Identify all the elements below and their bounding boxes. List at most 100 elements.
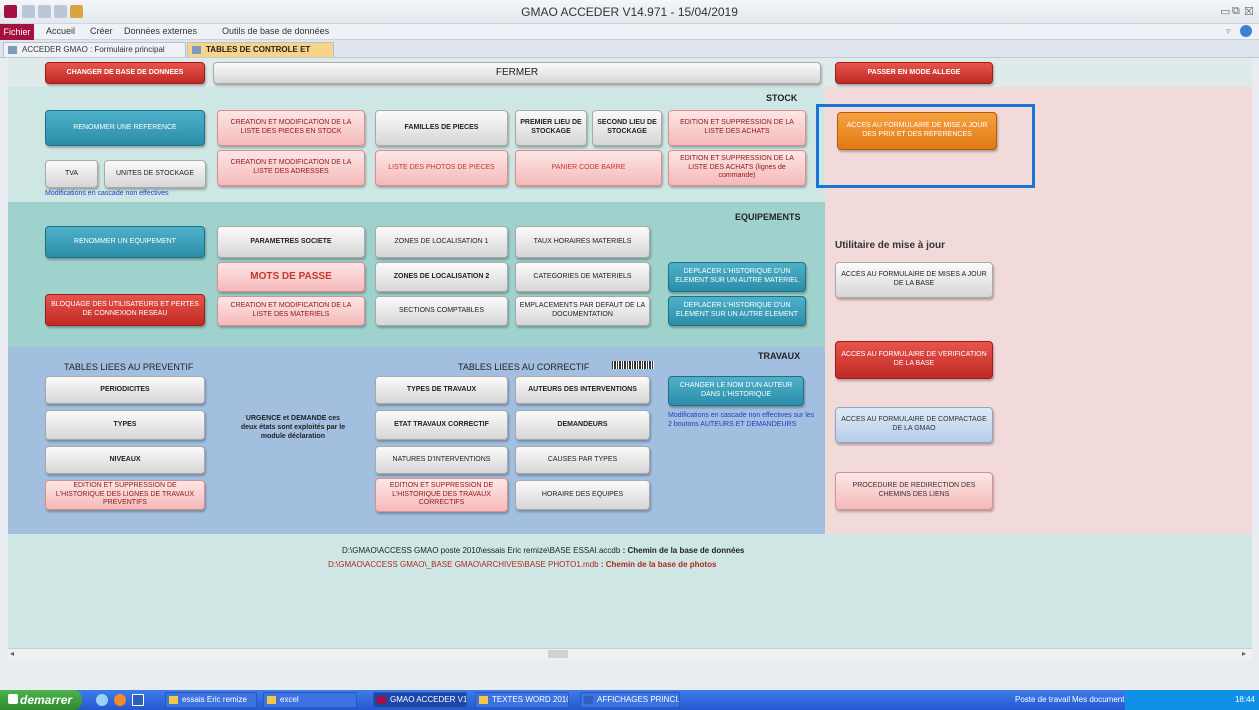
equipment-header: EQUIPEMENTS xyxy=(735,212,801,222)
causes-by-type-button[interactable]: CAUSES PAR TYPES xyxy=(515,446,650,474)
requesters-button[interactable]: DEMANDEURS xyxy=(515,410,650,440)
move-history-element-button[interactable]: DEPLACER L'HISTORIQUE D'UN ELEMENT SUR U… xyxy=(668,296,806,326)
tab-tables-controle[interactable]: TABLES DE CONTROLE ET PARAMETRAGE xyxy=(187,42,334,68)
correctif-title: TABLES LIEES AU CORRECTIF xyxy=(458,362,590,372)
block-users-button[interactable]: BLOQUAGE DES UTILISATEURS ET PERTES DE C… xyxy=(45,294,205,326)
window-title: GMAO ACCEDER V14.971 - 15/04/2019 xyxy=(521,5,738,19)
help-icon[interactable] xyxy=(1240,25,1252,37)
form-icon xyxy=(8,46,17,54)
taskbar-item-excel[interactable]: excel xyxy=(263,692,357,708)
edit-preventive-history-button[interactable]: EDITION ET SUPPRESSION DE L'HISTORIQUE D… xyxy=(45,480,205,510)
scroll-thumb[interactable] xyxy=(548,650,568,658)
tab-accueil[interactable]: Accueil xyxy=(46,26,75,36)
edit-corrective-history-button[interactable]: EDITION ET SUPPRESSION DE L'HISTORIQUE D… xyxy=(375,478,508,512)
travaux-header: TRAVAUX xyxy=(758,351,801,361)
scroll-right-icon[interactable]: ▸ xyxy=(1242,649,1246,658)
tab-creer[interactable]: Créer xyxy=(90,26,113,36)
taskbar-label: TEXTES WORD 2010 xyxy=(492,695,569,704)
browser-icon[interactable] xyxy=(96,694,108,706)
intervention-authors-button[interactable]: AUTEURS DES INTERVENTIONS xyxy=(515,376,650,404)
work-types-button[interactable]: TYPES DE TRAVAUX xyxy=(375,376,508,404)
taskbar-label: excel xyxy=(280,695,299,704)
taskbar-item-folder[interactable]: essais Eric remize xyxy=(165,692,257,708)
taskbar-item-textes[interactable]: TEXTES WORD 2010 xyxy=(475,692,569,708)
close-window-button[interactable]: ☒ xyxy=(1244,5,1254,18)
hourly-rates-button[interactable]: TAUX HORAIRES MATERIELS xyxy=(515,226,650,258)
company-settings-button[interactable]: PARAMETRES SOCIETE xyxy=(217,226,365,258)
access-icon xyxy=(377,696,386,704)
location-zones-1-button[interactable]: ZONES DE LOCALISATION 1 xyxy=(375,226,508,258)
second-storage-button[interactable]: SECOND LIEU DE STOCKAGE xyxy=(592,110,662,146)
corrective-status-button[interactable]: ETAT TRAVAUX CORRECTIF xyxy=(375,410,508,440)
part-photos-button[interactable]: LISTE DES PHOTOS DE PIECES xyxy=(375,150,508,186)
passwords-button[interactable]: MOTS DE PASSE xyxy=(217,262,365,292)
folder-icon xyxy=(479,696,488,704)
tab-outils-bdd[interactable]: Outils de base de données xyxy=(222,26,329,36)
rename-author-button[interactable]: CHANGER LE NOM D'UN AUTEUR DANS L'HISTOR… xyxy=(668,376,804,406)
niveaux-button[interactable]: NIVEAUX xyxy=(45,446,205,474)
scroll-left-icon[interactable]: ◂ xyxy=(10,649,14,658)
urgence-note: URGENCE et DEMANDE ces deux états sont e… xyxy=(240,415,346,441)
location-zones-2-button[interactable]: ZONES DE LOCALISATION 2 xyxy=(375,262,508,292)
periodicites-button[interactable]: PERIODICITES xyxy=(45,376,205,404)
addresses-list-button[interactable]: CREATION ET MODIFICATION DE LA LISTE DES… xyxy=(217,150,365,186)
taskbar-label: GMAO ACCEDER V14... xyxy=(390,695,467,704)
utility-title: Utilitaire de mise à jour xyxy=(835,240,946,251)
move-history-material-button[interactable]: DEPLACER L'HISTORIQUE D'UN ELEMENT SUR U… xyxy=(668,262,806,292)
horizontal-scrollbar[interactable]: ◂ ▸ xyxy=(8,648,1252,660)
parts-list-button[interactable]: CREATION ET MODIFICATION DE LA LISTE DES… xyxy=(217,110,365,146)
light-mode-button[interactable]: PASSER EN MODE ALLEGE xyxy=(835,62,993,84)
preventif-title: TABLES LIEES AU PREVENTIF xyxy=(64,362,194,372)
tva-button[interactable]: TVA xyxy=(45,160,98,188)
restore-button[interactable]: ⧉ xyxy=(1232,5,1240,18)
taskbar: demarrer essais Eric remize excel GMAO A… xyxy=(0,690,1259,710)
rename-equipment-button[interactable]: RENOMMER UN EQUIPEMENT xyxy=(45,226,205,258)
photo-path-label: : Chemin de la base de photos xyxy=(600,560,717,569)
document-tabs: ACCEDER GMAO : Formulaire principal TABL… xyxy=(0,40,1259,68)
tab-donnees-externes[interactable]: Données externes xyxy=(124,26,197,36)
materials-list-button[interactable]: CREATION ET MODIFICATION DE LA LISTE DES… xyxy=(217,296,365,326)
compact-db-button[interactable]: ACCES AU FORMULAIRE DE COMPACTAGE DE LA … xyxy=(835,407,993,443)
windows-logo-icon xyxy=(8,694,18,704)
change-database-button[interactable]: CHANGER DE BASE DE DONNEES xyxy=(45,62,205,84)
travaux-cascade-note: Modifications en cascade non effectives … xyxy=(668,412,815,428)
folder-icon xyxy=(267,696,276,704)
tab-fichier[interactable]: Fichier xyxy=(0,24,34,40)
tab-formulaire-principal[interactable]: ACCEDER GMAO : Formulaire principal xyxy=(3,42,186,57)
redirect-links-button[interactable]: PROCEDURE DE REDIRECTION DES CHEMINS DES… xyxy=(835,472,993,510)
intervention-natures-button[interactable]: NATURES D'INTERVENTIONS xyxy=(375,446,508,474)
db-path: D:\GMAO\ACCESS GMAO poste 2010\essais Er… xyxy=(342,546,621,555)
doc-locations-button[interactable]: EMPLACEMENTS PAR DEFAUT DE LA DOCUMENTAT… xyxy=(515,296,650,326)
edit-purchase-lines-button[interactable]: EDITION ET SUPPRESSION DE LA LISTE DES A… xyxy=(668,150,806,186)
minimize-button[interactable]: ▭ xyxy=(1220,5,1230,18)
taskbar-item-affichages[interactable]: AFFICHAGES PRINCI... xyxy=(580,692,680,708)
stock-cascade-note: Modifications en cascade non effectives xyxy=(45,190,169,197)
taskbar-item-gmao[interactable]: GMAO ACCEDER V14... xyxy=(373,692,467,708)
edit-purchases-button[interactable]: EDITION ET SUPPRESSION DE LA LISTE DES A… xyxy=(668,110,806,146)
selection-highlight xyxy=(816,104,1035,188)
stock-header: STOCK xyxy=(766,93,798,103)
types-button[interactable]: TYPES xyxy=(45,410,205,440)
tab-label: ACCEDER GMAO : Formulaire principal xyxy=(22,45,165,54)
word-icon[interactable] xyxy=(132,694,144,706)
rename-reference-button[interactable]: RENOMMER UNE REFERENCE xyxy=(45,110,205,146)
verify-db-button[interactable]: ACCES AU FORMULAIRE DE VERIFICATION DE L… xyxy=(835,341,993,379)
title-bar: GMAO ACCEDER V14.971 - 15/04/2019 ▭ ⧉ ☒ xyxy=(0,0,1259,24)
mes-documents-link[interactable]: Mes documents xyxy=(1072,695,1128,704)
close-button[interactable]: FERMER xyxy=(213,62,821,84)
folder-icon xyxy=(169,696,178,704)
storage-units-button[interactable]: UNITES DE STOCKAGE xyxy=(104,160,206,188)
material-categories-button[interactable]: CATEGORIES DE MATERIELS xyxy=(515,262,650,292)
barcode-basket-button[interactable]: PANIER CODE BARRE xyxy=(515,150,662,186)
part-families-button[interactable]: FAMILLES DE PIECES xyxy=(375,110,508,146)
db-update-button[interactable]: ACCES AU FORMULAIRE DE MISES A JOUR DE L… xyxy=(835,262,993,298)
poste-de-travail-link[interactable]: Poste de travail xyxy=(1015,695,1070,704)
word-icon xyxy=(584,696,593,704)
ribbon-collapse-icon[interactable]: ▿ xyxy=(1226,26,1231,37)
photo-path: D:\GMAO\ACCESS GMAO\_BASE GMAO\ARCHIVES\… xyxy=(328,560,599,569)
accounting-sections-button[interactable]: SECTIONS COMPTABLES xyxy=(375,296,508,326)
first-storage-button[interactable]: PREMIER LIEU DE STOCKAGE xyxy=(515,110,587,146)
photo-path-line: D:\GMAO\ACCESS GMAO\_BASE GMAO\ARCHIVES\… xyxy=(328,560,716,569)
team-hours-button[interactable]: HORAIRE DES EQUIPES xyxy=(515,480,650,510)
media-icon[interactable] xyxy=(114,694,126,706)
